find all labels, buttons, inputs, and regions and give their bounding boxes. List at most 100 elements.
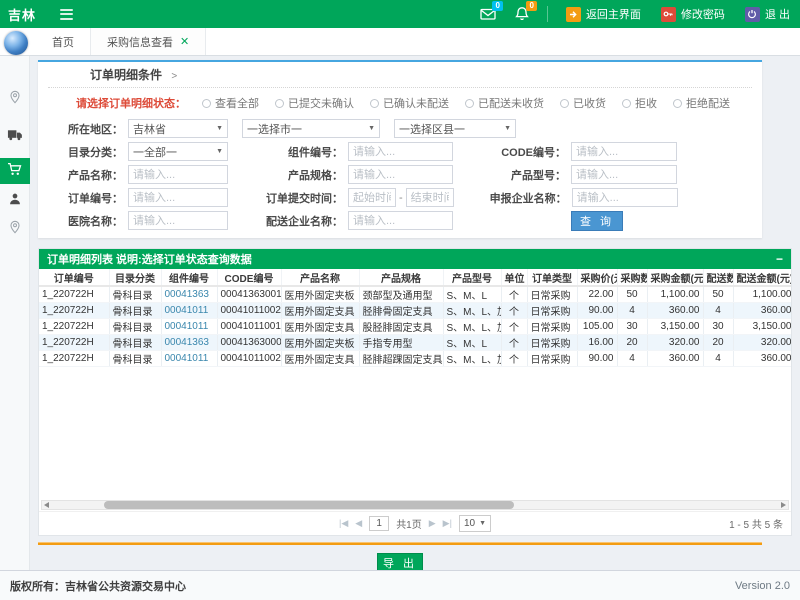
radio-icon[interactable] xyxy=(202,99,211,108)
sidebar-item-map[interactable] xyxy=(0,216,30,240)
table-cell: 360.00 xyxy=(733,303,791,319)
end-time-input[interactable] xyxy=(406,188,454,207)
order-table-viewport: 订单编号目录分类组件编号CODE编号产品名称产品规格产品型号单位订单类型采购价(… xyxy=(39,269,791,499)
column-header: 采购数量 xyxy=(617,269,647,286)
status-option[interactable]: 已收货 xyxy=(560,95,606,111)
apply-company-input[interactable] xyxy=(572,188,678,207)
radio-icon[interactable] xyxy=(370,99,379,108)
total-pages-label: 共1页 xyxy=(396,516,422,531)
return-home-button[interactable]: 返回主界面 xyxy=(566,6,641,22)
product-model-input[interactable] xyxy=(571,165,677,184)
tab-home[interactable]: 首页 xyxy=(36,28,91,55)
product-name-input[interactable] xyxy=(128,165,228,184)
product-spec-label: 产品规格： xyxy=(228,167,348,183)
table-cell: 20 xyxy=(703,335,733,351)
radio-icon[interactable] xyxy=(622,99,631,108)
component-no-link[interactable]: 00041363 xyxy=(161,286,217,303)
tab-close-icon[interactable]: ✕ xyxy=(180,35,189,48)
next-page-button[interactable]: ▶ xyxy=(429,518,436,529)
sidebar-item-location[interactable] xyxy=(0,86,30,110)
table-cell: 日常采购 xyxy=(527,319,577,335)
scrollbar-thumb[interactable] xyxy=(104,501,514,509)
page-size-select[interactable]: 10▼ xyxy=(459,515,491,532)
status-option[interactable]: 拒收 xyxy=(622,95,657,111)
scroll-right-icon[interactable] xyxy=(781,502,786,508)
sidebar-item-delivery[interactable] xyxy=(0,124,30,148)
product-spec-input[interactable] xyxy=(348,165,453,184)
county-select[interactable]: 一选择区县一▼ xyxy=(394,119,516,138)
last-page-button[interactable]: ▶| xyxy=(443,518,452,529)
catalog-select[interactable]: 一全部一▼ xyxy=(128,142,228,161)
first-page-button[interactable]: |◀ xyxy=(339,518,348,529)
header-separator xyxy=(547,6,548,22)
table-cell: 4 xyxy=(617,351,647,367)
table-cell: 4 xyxy=(617,303,647,319)
tab-procurement-info[interactable]: 采购信息查看 ✕ xyxy=(91,28,206,55)
table-cell: 股胫腓固定支具 xyxy=(359,319,443,335)
radio-icon[interactable] xyxy=(673,99,682,108)
component-no-link[interactable]: 00041363 xyxy=(161,335,217,351)
status-option-label: 查看全部 xyxy=(215,95,259,111)
city-select[interactable]: 一选择市一▼ xyxy=(242,119,380,138)
table-cell: 胫腓骨固定支具 xyxy=(359,303,443,319)
search-button[interactable]: 查 询 xyxy=(571,211,623,231)
export-button[interactable]: 导 出 xyxy=(377,553,423,570)
horizontal-scrollbar[interactable] xyxy=(41,500,789,510)
status-option[interactable]: 已配送未收货 xyxy=(465,95,544,111)
table-cell: 00041363000 xyxy=(217,335,281,351)
start-time-input[interactable] xyxy=(348,188,396,207)
table-cell: 105.00 xyxy=(577,319,617,335)
table-cell: 颈部型及通用型 xyxy=(359,286,443,303)
user-icon xyxy=(8,192,22,209)
table-cell: S、M、L、加 xyxy=(443,319,501,335)
radio-icon[interactable] xyxy=(465,99,474,108)
chevron-down-icon: ▼ xyxy=(216,125,223,132)
component-no-link[interactable]: 00041011 xyxy=(161,319,217,335)
table-cell: 320.00 xyxy=(733,335,791,351)
order-no-input[interactable] xyxy=(128,188,228,207)
messages-button[interactable]: 0 xyxy=(480,6,496,22)
product-name-label: 产品名称： xyxy=(48,167,128,183)
sidebar-item-purchase[interactable] xyxy=(0,158,30,184)
status-option[interactable]: 拒绝配送 xyxy=(673,95,730,111)
code-no-input[interactable] xyxy=(571,142,677,161)
table-cell: 90.00 xyxy=(577,351,617,367)
table-cell: 个 xyxy=(501,351,527,367)
hospital-input[interactable] xyxy=(128,211,228,230)
table-cell: S、M、L xyxy=(443,286,501,303)
column-header: 产品名称 xyxy=(281,269,359,286)
status-option[interactable]: 已提交未确认 xyxy=(275,95,354,111)
component-no-link[interactable]: 00041011 xyxy=(161,303,217,319)
time-range-separator: - xyxy=(399,192,403,204)
change-password-button[interactable]: 修改密码 xyxy=(661,6,725,22)
status-option[interactable]: 已确认未配送 xyxy=(370,95,449,111)
page-number-input[interactable] xyxy=(369,516,389,531)
collapse-button[interactable]: − xyxy=(776,252,783,266)
delivery-company-input[interactable] xyxy=(348,211,453,230)
component-no-link[interactable]: 00041011 xyxy=(161,351,217,367)
province-select[interactable]: 吉林省▼ xyxy=(128,119,228,138)
column-header: 单位 xyxy=(501,269,527,286)
component-no-input[interactable] xyxy=(348,142,453,161)
column-header: 订单类型 xyxy=(527,269,577,286)
notifications-button[interactable]: 0 xyxy=(514,6,530,22)
power-icon xyxy=(745,7,760,22)
app-window: 吉林 0 0 返回主界面 修改密码 xyxy=(0,0,800,600)
logout-button[interactable]: 退 出 xyxy=(745,6,790,22)
copyright-text: 版权所有：吉林省公共资源交易中心 xyxy=(10,578,186,594)
radio-icon[interactable] xyxy=(275,99,284,108)
status-option[interactable]: 查看全部 xyxy=(202,95,259,111)
table-cell: 1_220722H xyxy=(39,351,109,367)
table-row: 1_220722H骨科目录0004101100041011001医用外固定支具股… xyxy=(39,319,791,335)
scroll-left-icon[interactable] xyxy=(44,502,49,508)
sidebar-toggle-button[interactable] xyxy=(60,9,73,20)
table-cell: 360.00 xyxy=(647,351,703,367)
prev-page-button[interactable]: ◀ xyxy=(355,518,362,529)
column-header: 目录分类 xyxy=(109,269,161,286)
table-cell: 日常采购 xyxy=(527,286,577,303)
radio-icon[interactable] xyxy=(560,99,569,108)
search-form: 所在地区： 吉林省▼ 一选择市一▼ 一选择区县一▼ 目录分类： xyxy=(48,117,752,232)
messages-count-badge: 0 xyxy=(492,1,502,11)
sidebar-item-user[interactable] xyxy=(0,188,30,212)
order-no-label: 订单编号： xyxy=(48,190,128,206)
